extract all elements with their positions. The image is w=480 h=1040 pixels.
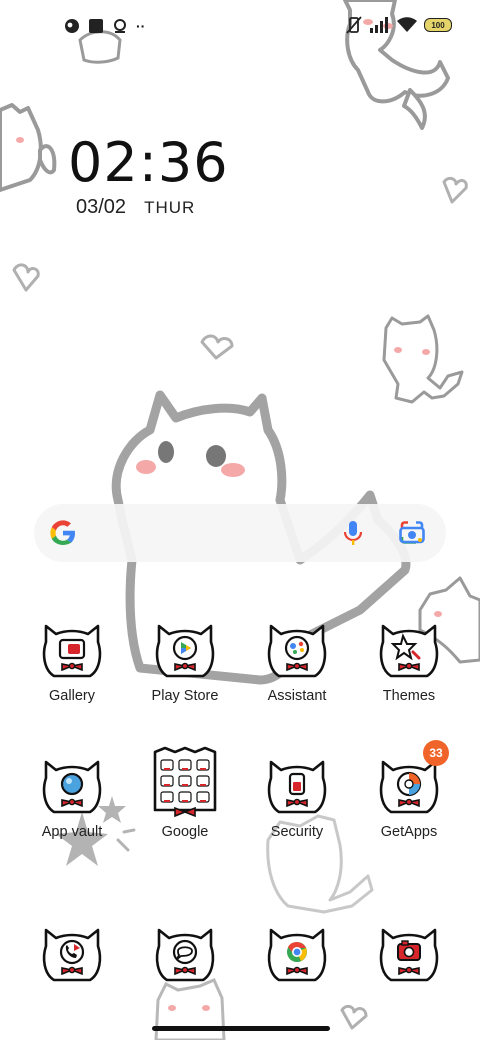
app-getapps[interactable]: 33 GetApps <box>359 740 459 840</box>
getapps-icon <box>379 760 439 814</box>
clock-date: 03/02 <box>76 196 127 218</box>
app-label: Google <box>161 824 209 840</box>
app-label: App vault <box>41 824 103 840</box>
clock-time: 02:36 <box>68 131 229 194</box>
security-icon <box>267 760 327 814</box>
phone-icon <box>42 928 102 982</box>
more-icon: ·· <box>136 18 146 34</box>
app-label: Assistant <box>267 688 327 704</box>
assistant-icon <box>267 624 327 678</box>
clock-date-row: 03/02 THUR <box>76 196 229 219</box>
app-messages[interactable] <box>135 924 235 988</box>
app-camera[interactable] <box>359 924 459 988</box>
camera-icon <box>379 928 439 982</box>
app-label: Play Store <box>151 688 219 704</box>
signal-icon <box>370 17 388 33</box>
app-phone[interactable] <box>22 924 122 988</box>
app-vault-icon <box>42 760 102 814</box>
notification-badge: 33 <box>423 740 449 766</box>
app-chrome[interactable] <box>247 924 347 988</box>
google-folder-icon <box>153 746 217 818</box>
battery-indicator: 100 <box>424 18 452 32</box>
reader-icon <box>65 19 79 33</box>
google-icon <box>50 520 75 545</box>
app-security[interactable]: Security <box>247 756 347 840</box>
app-app-vault[interactable]: App vault <box>22 756 122 840</box>
gallery-icon <box>42 624 102 678</box>
location-icon <box>114 19 126 33</box>
chrome-icon <box>267 928 327 982</box>
app-themes[interactable]: Themes <box>359 620 459 704</box>
messages-icon <box>155 928 215 982</box>
app-label: GetApps <box>380 824 438 840</box>
status-bar: ·· 100 <box>0 0 480 56</box>
gesture-nav-bar[interactable] <box>152 1026 330 1031</box>
app-label: Gallery <box>49 688 95 704</box>
app-google-folder[interactable]: Google <box>135 746 235 840</box>
clock-day: THUR <box>144 198 196 217</box>
app-label: Themes <box>382 688 436 704</box>
app-label: Security <box>270 824 324 840</box>
mic-icon[interactable] <box>342 520 364 546</box>
wifi-icon <box>397 17 417 32</box>
clock-widget[interactable]: 02:36 03/02 THUR <box>68 134 229 219</box>
app-gallery[interactable]: Gallery <box>22 620 122 704</box>
vibrate-icon <box>346 16 362 34</box>
square-icon <box>89 19 103 33</box>
app-play-store[interactable]: Play Store <box>135 620 235 704</box>
play-store-icon <box>155 624 215 678</box>
lens-icon[interactable] <box>398 520 426 546</box>
app-assistant[interactable]: Assistant <box>247 620 347 704</box>
google-search-bar[interactable] <box>34 504 446 562</box>
themes-icon <box>379 624 439 678</box>
